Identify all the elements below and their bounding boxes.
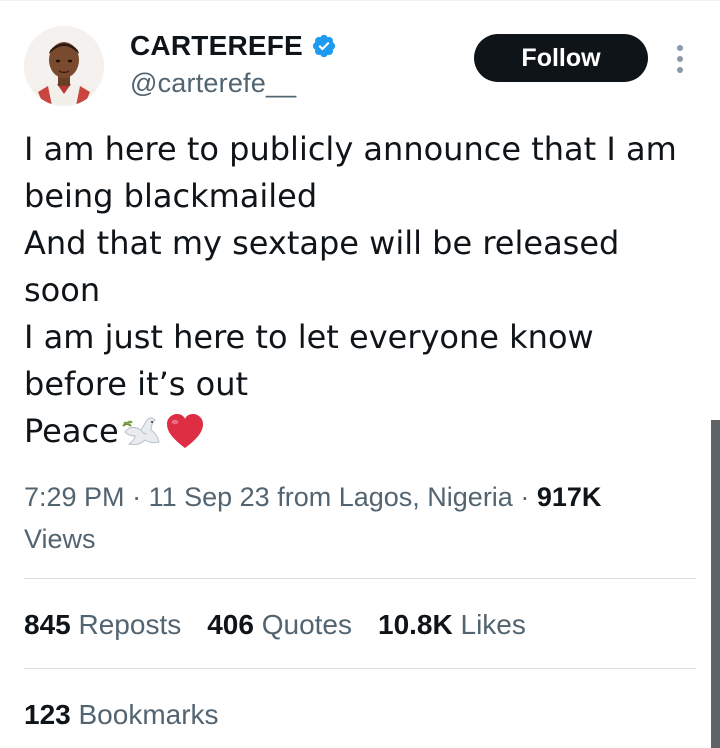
likes-count: 10.8K <box>378 609 453 640</box>
tweet-line: being blackmailed <box>24 177 318 215</box>
bookmarks-stat[interactable]: 123 Bookmarks <box>24 694 245 736</box>
reposts-stat[interactable]: 845 Reposts <box>24 609 181 641</box>
tweet-line: Peace <box>24 408 704 455</box>
author-names: CARTEREFE @carterefe__ <box>130 28 337 99</box>
reposts-count: 845 <box>24 609 71 640</box>
more-vertical-icon[interactable] <box>672 42 688 76</box>
profile-photo <box>24 26 104 106</box>
tweet-line: I am just here to let everyone know <box>24 318 594 356</box>
divider <box>24 578 696 579</box>
views-label: Views <box>24 524 96 554</box>
tweet-meta: 7:29 PM · 11 Sep 23 from Lagos, Nigeria … <box>24 476 684 560</box>
scrollbar[interactable] <box>711 420 720 748</box>
tweet-location: from Lagos, Nigeria <box>277 482 513 512</box>
follow-button[interactable]: Follow <box>474 34 648 82</box>
meta-separator: · <box>132 482 142 512</box>
author-handle[interactable]: @carterefe__ <box>130 68 337 99</box>
tweet-text: I am here to publicly announce that I am… <box>24 126 704 455</box>
tweet-line: before it’s out <box>24 365 249 403</box>
avatar[interactable] <box>24 26 104 106</box>
quotes-stat[interactable]: 406 Quotes <box>207 609 352 641</box>
likes-label: Likes <box>460 609 526 640</box>
tweet-line-text: Peace <box>24 412 119 450</box>
verified-badge-icon[interactable] <box>311 33 337 59</box>
tweet-line: And that my sextape will be released <box>24 224 620 262</box>
red-heart-icon <box>166 413 203 448</box>
engagement-stats: 845 Reposts 406 Quotes 10.8K Likes <box>24 604 552 646</box>
bookmarks-label: Bookmarks <box>78 699 219 730</box>
tweet-line: soon <box>24 271 101 309</box>
reposts-label: Reposts <box>78 609 182 640</box>
quotes-label: Quotes <box>261 609 352 640</box>
bookmarks-count: 123 <box>24 699 71 730</box>
tweet-header: CARTEREFE @carterefe__ Follow <box>0 0 720 120</box>
quotes-count: 406 <box>207 609 254 640</box>
display-name[interactable]: CARTEREFE <box>130 30 303 62</box>
meta-separator: · <box>520 482 530 512</box>
divider <box>24 668 696 669</box>
likes-stat[interactable]: 10.8K Likes <box>378 609 526 641</box>
tweet-line: I am here to publicly announce that I am <box>24 130 677 168</box>
display-name-row: CARTEREFE <box>130 28 337 64</box>
tweet-time[interactable]: 7:29 PM <box>24 482 125 512</box>
dove-icon <box>122 417 160 445</box>
views-count: 917K <box>536 482 602 512</box>
tweet-date[interactable]: 11 Sep 23 <box>149 482 270 512</box>
